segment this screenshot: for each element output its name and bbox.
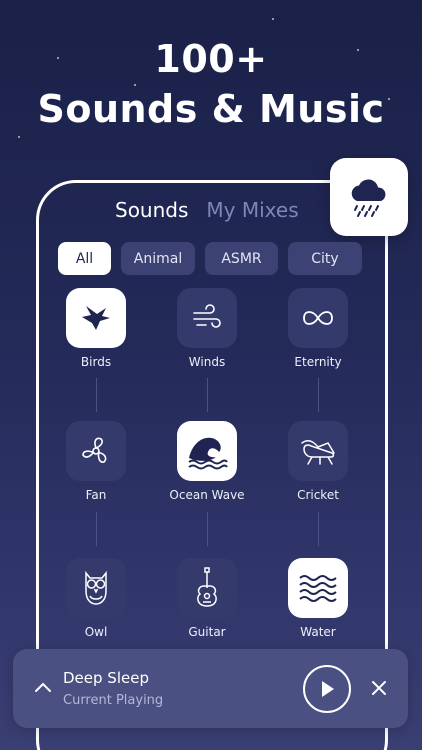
connector-line: [318, 512, 319, 546]
connector-line: [318, 378, 319, 412]
sound-eternity[interactable]: Eternity: [263, 288, 373, 369]
infinity-icon: [303, 311, 333, 325]
play-button[interactable]: [303, 665, 351, 713]
sound-water-tile[interactable]: [288, 558, 348, 618]
track-title: Deep Sleep: [63, 669, 149, 687]
sound-cricket[interactable]: Cricket: [263, 421, 373, 502]
sound-birds-tile[interactable]: [66, 288, 126, 348]
chevron-up-icon[interactable]: [32, 677, 54, 699]
tab-sounds[interactable]: Sounds: [115, 198, 188, 222]
tab-bar: Sounds My Mixes: [115, 198, 299, 222]
connector-line: [96, 512, 97, 546]
sound-fan[interactable]: Fan: [41, 421, 151, 502]
sound-label: Birds: [80, 355, 112, 369]
sound-winds-tile[interactable]: [177, 288, 237, 348]
sound-ocean-wave-tile[interactable]: [177, 421, 237, 481]
track-subtitle: Current Playing: [63, 693, 164, 708]
chip-city[interactable]: City: [288, 242, 362, 275]
sound-guitar-tile[interactable]: [177, 558, 237, 618]
star: [272, 18, 274, 20]
guitar-icon: [197, 567, 217, 607]
cricket-icon: [301, 440, 335, 465]
category-chips: All Animal ASMR City: [58, 242, 362, 275]
sound-winds[interactable]: Winds: [152, 288, 262, 369]
sound-water[interactable]: Water: [263, 558, 373, 639]
chip-animal[interactable]: Animal: [121, 242, 195, 275]
sound-guitar[interactable]: Guitar: [152, 558, 262, 639]
sound-ocean-wave[interactable]: Ocean Wave: [152, 421, 262, 502]
bird-icon: [82, 306, 110, 330]
sound-label: Owl: [84, 625, 108, 639]
headline-line-2: Sounds & Music: [37, 87, 385, 131]
sound-label: Eternity: [294, 355, 342, 369]
sound-label: Ocean Wave: [169, 488, 245, 502]
sound-label: Fan: [85, 488, 107, 502]
sound-cricket-tile[interactable]: [288, 421, 348, 481]
rain-cloud-icon: [351, 179, 386, 217]
rain-cloud-tile[interactable]: [330, 158, 408, 236]
play-icon: [322, 681, 334, 697]
wave-icon: [188, 437, 228, 470]
connector-line: [207, 512, 208, 546]
tab-my-mixes[interactable]: My Mixes: [206, 198, 298, 222]
water-icon: [299, 575, 337, 602]
wind-icon: [193, 304, 221, 328]
sound-label: Guitar: [188, 625, 226, 639]
chip-all[interactable]: All: [58, 242, 111, 275]
sound-fan-tile[interactable]: [66, 421, 126, 481]
sound-label: Water: [300, 625, 336, 639]
sound-birds[interactable]: Birds: [41, 288, 151, 369]
close-icon[interactable]: [369, 678, 389, 698]
headline-line-1: 100+: [154, 37, 268, 81]
headline: 100+ Sounds & Music: [0, 34, 422, 134]
chip-asmr[interactable]: ASMR: [205, 242, 278, 275]
now-playing-bar[interactable]: Deep Sleep Current Playing: [13, 649, 408, 728]
star: [18, 136, 20, 138]
sound-label: Cricket: [297, 488, 339, 502]
sound-eternity-tile[interactable]: [288, 288, 348, 348]
sound-owl[interactable]: Owl: [41, 558, 151, 639]
sound-owl-tile[interactable]: [66, 558, 126, 618]
fan-icon: [82, 437, 107, 463]
connector-line: [96, 378, 97, 412]
connector-line: [207, 378, 208, 412]
sound-label: Winds: [188, 355, 226, 369]
owl-icon: [85, 570, 107, 605]
